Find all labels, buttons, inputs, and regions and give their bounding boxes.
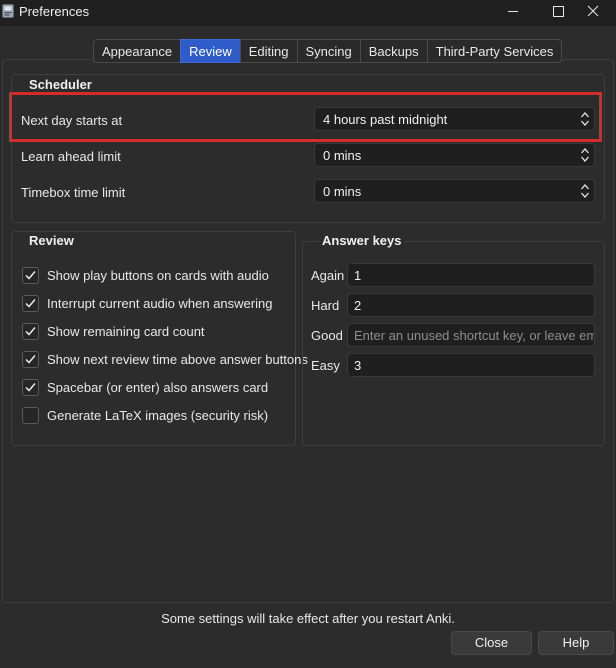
good-key-input[interactable] xyxy=(347,323,595,347)
tab-third-party-services[interactable]: Third-Party Services xyxy=(426,39,563,63)
option-label: Generate LaTeX images (security risk) xyxy=(47,408,269,423)
minimize-button[interactable] xyxy=(490,0,536,26)
again-key-input[interactable] xyxy=(347,263,595,287)
close-icon xyxy=(587,5,599,17)
scheduler-title: Scheduler xyxy=(29,77,92,92)
restart-note: Some settings will take effect after you… xyxy=(161,611,455,626)
learn-ahead-value: 0 mins xyxy=(323,148,362,163)
hard-key-input[interactable] xyxy=(347,293,595,317)
app-icon xyxy=(2,4,14,18)
checkmark-icon xyxy=(25,355,36,364)
checkmark-icon xyxy=(25,299,36,308)
easy-key-input[interactable] xyxy=(347,353,595,377)
option-label: Interrupt current audio when answering xyxy=(47,296,273,311)
checkbox[interactable] xyxy=(22,323,39,340)
title-bar: Preferences xyxy=(0,0,616,26)
tab-backups[interactable]: Backups xyxy=(359,39,427,63)
tab-bar: Appearance Review Editing Syncing Backup… xyxy=(93,39,563,63)
dialog-content: Appearance Review Editing Syncing Backup… xyxy=(0,26,616,668)
timebox-label: Timebox time limit xyxy=(21,185,126,200)
checkbox[interactable] xyxy=(22,379,39,396)
checkbox[interactable] xyxy=(22,351,39,368)
tab-review[interactable]: Review xyxy=(180,39,240,63)
tab-editing[interactable]: Editing xyxy=(239,39,297,63)
minimize-icon xyxy=(508,11,518,12)
window-close-button[interactable] xyxy=(570,0,616,26)
option-label: Spacebar (or enter) also answers card xyxy=(47,380,269,395)
checkmark-icon xyxy=(25,383,36,392)
tab-syncing[interactable]: Syncing xyxy=(296,39,360,63)
checkmark-icon xyxy=(25,271,36,280)
checkbox[interactable] xyxy=(22,407,39,424)
checkbox[interactable] xyxy=(22,267,39,284)
help-button[interactable]: Help xyxy=(538,631,614,655)
option-label: Show remaining card count xyxy=(47,324,205,339)
timebox-value: 0 mins xyxy=(323,184,362,199)
learn-ahead-spinbox[interactable]: 0 mins xyxy=(314,143,595,167)
hard-key-label: Hard xyxy=(311,298,340,313)
good-key-label: Good xyxy=(311,328,343,343)
easy-key-label: Easy xyxy=(311,358,340,373)
highlight-box xyxy=(9,92,602,142)
option-label: Show next review time above answer butto… xyxy=(47,352,308,367)
spin-arrows-icon[interactable] xyxy=(580,181,590,201)
timebox-spinbox[interactable]: 0 mins xyxy=(314,179,595,203)
answer-keys-title: Answer keys xyxy=(320,233,404,248)
tab-appearance[interactable]: Appearance xyxy=(93,39,181,63)
checkbox[interactable] xyxy=(22,295,39,312)
close-button[interactable]: Close xyxy=(451,631,532,655)
window-title: Preferences xyxy=(19,4,90,19)
again-key-label: Again xyxy=(311,268,345,283)
review-title: Review xyxy=(29,233,74,248)
checkmark-icon xyxy=(25,327,36,336)
spin-arrows-icon[interactable] xyxy=(580,145,590,165)
learn-ahead-label: Learn ahead limit xyxy=(21,149,121,164)
option-label: Show play buttons on cards with audio xyxy=(47,268,269,283)
